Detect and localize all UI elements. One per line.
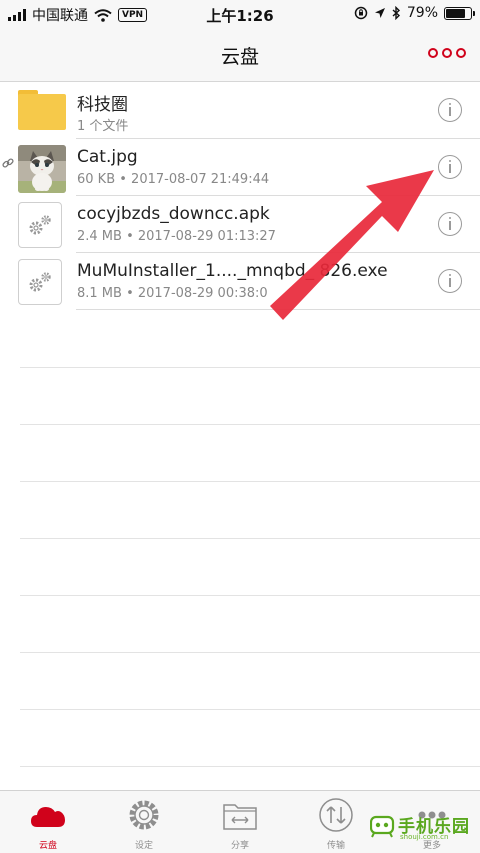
tab-transfer[interactable]: 传输	[288, 791, 384, 853]
info-icon[interactable]	[438, 98, 462, 122]
tab-cloud[interactable]: 云盘	[0, 791, 96, 853]
tab-settings[interactable]: 设定	[96, 791, 192, 853]
tab-label: 设定	[134, 841, 153, 851]
divider	[20, 709, 480, 710]
location-icon	[374, 7, 385, 18]
tab-more[interactable]: 更多	[384, 791, 480, 853]
tab-share[interactable]: 分享	[192, 791, 288, 853]
gear-icon	[29, 272, 51, 292]
screen: 中国联通 VPN 上午1:26 79% 云盘 科技圈 1 个文件 Cat.jpg…	[0, 0, 480, 853]
file-row-folder[interactable]: 科技圈 1 个文件	[0, 82, 480, 139]
file-meta: 2.4 MB • 2017-08-29 01:13:27	[77, 229, 276, 244]
file-row-image[interactable]: Cat.jpg 60 KB • 2017-08-07 21:49:44	[0, 139, 480, 196]
gear-file-icon	[18, 259, 66, 305]
status-bar: 中国联通 VPN 上午1:26 79%	[0, 0, 480, 28]
tab-label: 传输	[326, 841, 345, 851]
gear-icon	[129, 800, 159, 830]
divider	[20, 424, 480, 425]
divider	[20, 652, 480, 653]
rotation-lock-icon	[354, 6, 368, 20]
tab-label: 云盘	[38, 841, 57, 851]
info-icon[interactable]	[438, 269, 462, 293]
file-meta: 8.1 MB • 2017-08-29 00:38:0	[77, 286, 268, 301]
info-icon[interactable]	[438, 212, 462, 236]
info-icon[interactable]	[438, 155, 462, 179]
dot-icon	[442, 48, 452, 58]
empty-list-area	[0, 310, 480, 790]
more-icon	[418, 811, 446, 819]
divider	[20, 367, 480, 368]
signal-icon	[8, 9, 26, 21]
dot-icon	[428, 48, 438, 58]
divider	[20, 481, 480, 482]
file-row-exe[interactable]: MuMuInstaller_1...._mnqbd_ 826.exe 8.1 M…	[0, 253, 480, 310]
tab-label: 更多	[422, 841, 441, 851]
vpn-badge: VPN	[118, 8, 148, 22]
tab-label: 分享	[230, 841, 249, 851]
file-meta: 60 KB • 2017-08-07 21:49:44	[77, 172, 270, 187]
battery-icon	[444, 6, 475, 20]
share-folder-icon	[223, 804, 257, 830]
transfer-icon	[319, 798, 353, 832]
file-name: 科技圈	[77, 95, 128, 115]
file-meta: 1 个文件	[77, 119, 129, 134]
more-options-button[interactable]	[428, 48, 466, 58]
divider	[20, 595, 480, 596]
divider	[20, 766, 480, 767]
page-title: 云盘	[220, 46, 259, 68]
file-name: Cat.jpg	[77, 147, 138, 167]
file-row-apk[interactable]: cocyjbzds_downcc.apk 2.4 MB • 2017-08-29…	[0, 196, 480, 253]
file-list: 科技圈 1 个文件 Cat.jpg 60 KB • 2017-08-07 21:…	[0, 82, 480, 310]
wifi-icon	[94, 8, 112, 22]
nav-bar: 云盘	[0, 28, 480, 82]
file-name: cocyjbzds_downcc.apk	[77, 204, 270, 224]
status-left: 中国联通 VPN	[8, 5, 148, 25]
divider	[20, 538, 480, 539]
cat-photo-thumbnail	[18, 145, 66, 193]
dot-icon	[456, 48, 466, 58]
link-icon	[2, 158, 14, 168]
status-right: 79%	[354, 5, 475, 21]
carrier-label: 中国联通	[32, 8, 88, 24]
file-name: MuMuInstaller_1...._mnqbd_ 826.exe	[77, 261, 388, 281]
cloud-icon	[31, 807, 65, 827]
folder-icon	[18, 88, 66, 134]
gear-file-icon	[18, 202, 66, 248]
bluetooth-icon	[392, 6, 400, 20]
battery-fill	[446, 8, 465, 18]
gear-icon	[29, 215, 51, 235]
tab-bar: 云盘 设定 分享 传输 更多	[0, 790, 480, 853]
battery-percent: 79%	[406, 5, 438, 21]
